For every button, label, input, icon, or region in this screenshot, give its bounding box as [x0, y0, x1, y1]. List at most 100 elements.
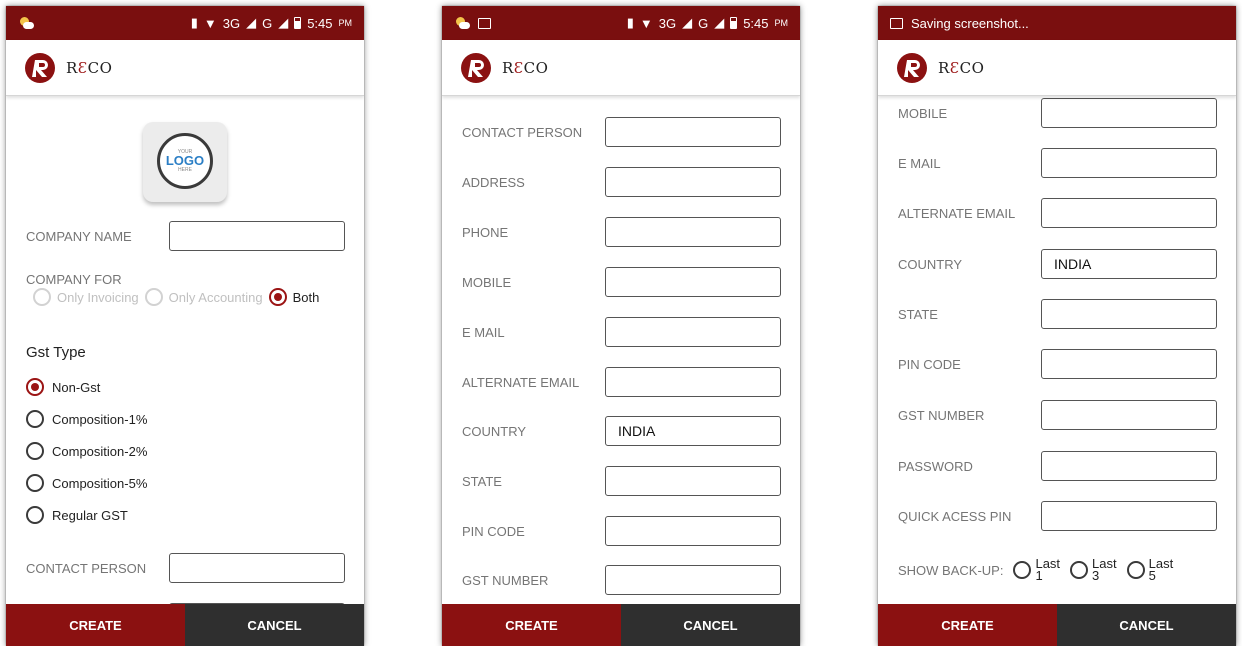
radio-icon — [33, 288, 51, 306]
backup-option-text: Last 3 — [1092, 557, 1117, 583]
create-button[interactable]: CREATE — [878, 604, 1057, 646]
contact-person-label: CONTACT PERSON — [26, 560, 147, 576]
gst-option-regular-gst[interactable]: Regular GST — [26, 506, 128, 524]
signal-g-label: G — [698, 15, 709, 31]
country-row: COUNTRY INDIA — [462, 415, 788, 447]
gst-number-row: GST NUMBER — [898, 399, 1224, 431]
logo-text-main: LOGO — [165, 153, 205, 168]
radio-label: Composition-1% — [52, 411, 148, 427]
brand-r: R — [502, 58, 514, 77]
field-label: E MAIL — [462, 324, 505, 340]
backup-num: 5 — [1148, 568, 1156, 583]
phone-input[interactable] — [605, 217, 781, 247]
company-for-only-invoicing[interactable]: Only Invoicing — [33, 288, 139, 306]
alternate-email-input[interactable] — [605, 367, 781, 397]
address-input[interactable] — [605, 167, 781, 197]
company-name-label: COMPANY NAME — [26, 228, 132, 244]
field-label: PIN CODE — [462, 523, 525, 539]
backup-option-last-3[interactable]: Last 3 — [1070, 557, 1117, 583]
company-name-input[interactable] — [169, 221, 345, 251]
saving-screenshot-text: Saving screenshot... — [911, 15, 1029, 31]
backup-option-text: Last 5 — [1148, 557, 1174, 583]
alternate-email-input[interactable] — [1041, 198, 1217, 228]
gst-option-composition-2[interactable]: Composition-2% — [26, 442, 147, 460]
screenshot-notification-icon — [890, 17, 903, 29]
pin-code-row: PIN CODE — [898, 348, 1224, 380]
action-bar: CREATE CANCEL — [6, 604, 364, 646]
network-type: 3G — [658, 15, 677, 31]
gst-number-input[interactable] — [1041, 400, 1217, 430]
field-label: MOBILE — [462, 274, 512, 290]
backup-num: 3 — [1092, 568, 1100, 583]
create-button[interactable]: CREATE — [442, 604, 621, 646]
signal-icon-2: ◢ — [278, 15, 289, 30]
cancel-button[interactable]: CANCEL — [1057, 604, 1236, 646]
radio-selected-icon — [268, 288, 287, 306]
field-label: COUNTRY — [462, 423, 527, 439]
form-content[interactable]: MOBILE E MAIL ALTERNATE EMAIL COUNTRY IN… — [878, 96, 1236, 604]
radio-icon — [26, 442, 44, 460]
gst-option-non-gst[interactable]: Non-Gst — [26, 378, 100, 396]
company-for-only-accounting[interactable]: Only Accounting — [144, 288, 263, 306]
country-input[interactable]: INDIA — [605, 416, 781, 446]
radio-label: Regular GST — [52, 507, 128, 523]
app-bar: RƐCO — [442, 40, 800, 96]
create-button[interactable]: CREATE — [6, 604, 185, 646]
company-logo-upload[interactable]: YOUR LOGO HERE — [143, 122, 227, 202]
brand-co: CO — [523, 58, 549, 77]
gst-number-input[interactable] — [605, 565, 781, 595]
status-ampm: PM — [338, 18, 353, 28]
email-input[interactable] — [605, 317, 781, 347]
action-bar: CREATE CANCEL — [878, 604, 1236, 646]
contact-person-input[interactable] — [605, 117, 781, 147]
brand-name: RƐCO — [502, 59, 548, 77]
brand-name: RƐCO — [66, 59, 112, 77]
contact-person-input[interactable] — [169, 553, 345, 583]
state-input[interactable] — [605, 466, 781, 496]
country-input[interactable]: INDIA — [1041, 249, 1217, 279]
mobile-input[interactable] — [605, 267, 781, 297]
contact-person-row: CONTACT PERSON — [26, 552, 352, 584]
signal-g-label: G — [262, 15, 273, 31]
form-content[interactable]: YOUR LOGO HERE COMPANY NAME COMPANY FOR … — [6, 96, 364, 604]
radio-label: Non-Gst — [52, 379, 101, 395]
gst-option-composition-5[interactable]: Composition-5% — [26, 474, 147, 492]
field-label: E MAIL — [898, 155, 941, 171]
action-bar: CREATE CANCEL — [442, 604, 800, 646]
radio-icon — [26, 410, 44, 428]
cancel-button[interactable]: CANCEL — [621, 604, 800, 646]
battery-icon — [730, 17, 738, 29]
field-label: PASSWORD — [898, 458, 973, 474]
cancel-button[interactable]: CANCEL — [185, 604, 364, 646]
pin-code-input[interactable] — [605, 516, 781, 546]
status-time: 5:45 — [307, 15, 333, 31]
radio-label: Composition-5% — [52, 475, 148, 491]
vibrate-icon: ▮ — [626, 15, 634, 30]
backup-option-last-5[interactable]: Last 5 — [1126, 557, 1174, 583]
form-content[interactable]: CONTACT PERSON ADDRESS PHONE MOBILE E MA… — [442, 96, 800, 604]
quick-access-pin-input[interactable] — [1041, 501, 1217, 531]
status-bar: ▮ ▼ 3G ◢ G ◢ 5:45 PM — [6, 6, 364, 40]
gst-option-composition-1[interactable]: Composition-1% — [26, 410, 147, 428]
quick-access-pin-row: QUICK ACESS PIN — [898, 500, 1224, 532]
password-input[interactable] — [1041, 451, 1217, 481]
company-for-both[interactable]: Both — [268, 288, 320, 306]
brand-name: RƐCO — [938, 59, 984, 77]
weather-icon — [454, 16, 470, 30]
reco-logo-icon — [25, 52, 55, 83]
field-label: COUNTRY — [898, 256, 963, 272]
mobile-input[interactable] — [1041, 98, 1217, 128]
mobile-row: MOBILE — [462, 266, 788, 298]
radio-icon — [26, 474, 44, 492]
pin-code-row: PIN CODE — [462, 515, 788, 547]
email-input[interactable] — [1041, 148, 1217, 178]
pin-code-input[interactable] — [1041, 349, 1217, 379]
field-label: QUICK ACESS PIN — [898, 508, 1012, 524]
field-label: MOBILE — [898, 105, 948, 121]
field-label: GST NUMBER — [898, 407, 985, 423]
backup-option-last-1[interactable]: Last 1 — [1013, 557, 1060, 582]
status-time: 5:45 — [743, 15, 769, 31]
radio-label: Both — [292, 289, 320, 305]
reco-logo-icon — [461, 52, 491, 83]
state-input[interactable] — [1041, 299, 1217, 329]
